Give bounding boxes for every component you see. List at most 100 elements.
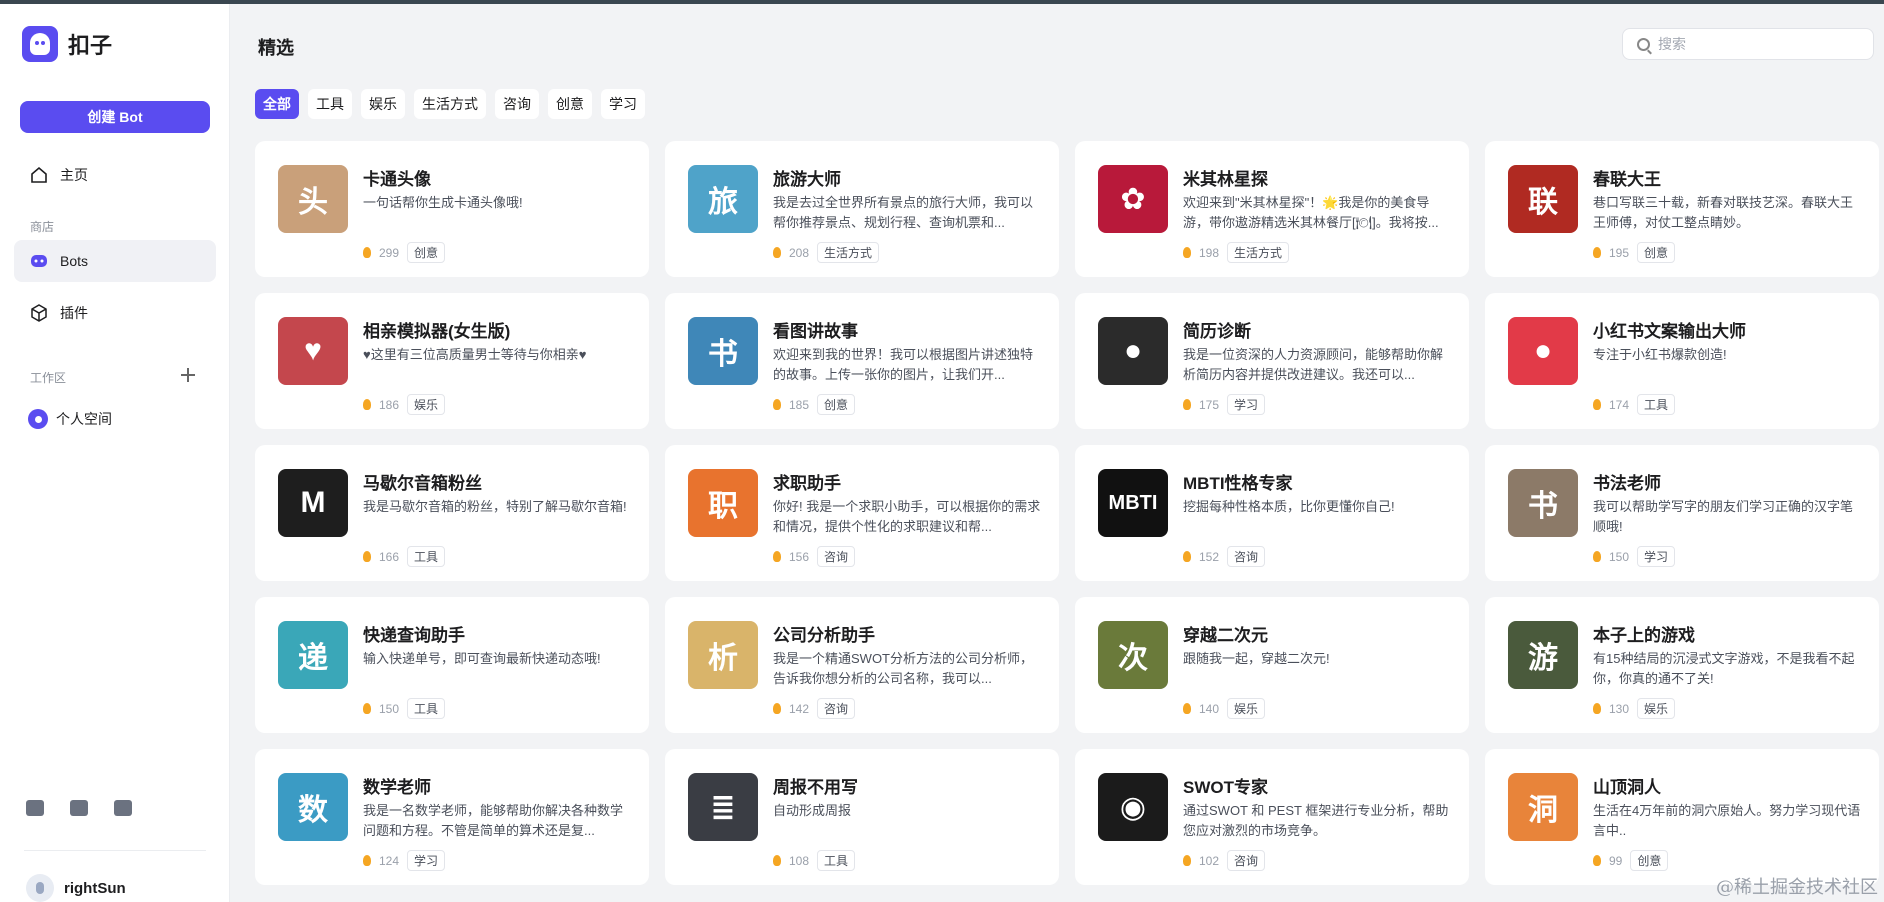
filter-tab[interactable]: 工具 <box>308 89 352 119</box>
usage-count: 124 <box>379 853 400 868</box>
bot-avatar: ◉ <box>1098 773 1168 841</box>
filter-tab[interactable]: 生活方式 <box>414 89 486 119</box>
bot-meta: 186 娱乐 <box>363 394 446 415</box>
bot-description: 通过SWOT 和 PEST 框架进行专业分析，帮助您应对激烈的市场竞争。 <box>1183 803 1449 838</box>
usage-count: 150 <box>379 701 400 716</box>
flame-icon <box>363 703 371 714</box>
bot-card[interactable]: MBTI MBTI性格专家 挖掘每种性格本质，比你更懂你自己! 152 咨询 <box>1075 445 1469 581</box>
bot-card[interactable]: ✿ 米其林星探 欢迎来到"米其林星探"！🌟我是你的美食导游，带你遨游精选米其林餐厅[… <box>1075 141 1469 277</box>
bot-card[interactable]: 次穿越二次元 跟随我一起，穿越二次元! 140 娱乐 <box>1075 597 1469 733</box>
sidebar-item-plugins[interactable]: 插件 <box>14 292 216 334</box>
bot-description: 一句话帮你生成卡通头像哦! <box>363 195 523 210</box>
bot-description: 我是一名数学老师，能够帮助你解决各种数学问题和方程。不管是简单的算术还是复... <box>363 803 624 838</box>
bot-avatar: 次 <box>1098 621 1168 689</box>
usage-count: 99 <box>1609 853 1623 868</box>
sidebar-item-bots[interactable]: Bots <box>14 240 216 282</box>
user-icon <box>28 409 48 429</box>
bot-card[interactable]: 洞山顶洞人 生活在4万年前的洞穴原始人。努力学习现代语言中.. 99 创意 <box>1485 749 1879 885</box>
bot-card[interactable]: 书看图讲故事 欢迎来到我的世界！我可以根据图片讲述独特的故事。上传一张你的图片，让… <box>665 293 1059 429</box>
bot-card[interactable]: ● 小红书文案输出大师 专注于小红书爆款创造! 174 工具 <box>1485 293 1879 429</box>
bot-card[interactable]: 游本子上的游戏 有15种结局的沉浸式文字游戏，不是我看不起你，你真的通不了关! 13… <box>1485 597 1879 733</box>
bot-title: 米其林星探 <box>1183 170 1268 189</box>
bot-card[interactable]: ♥ 相亲模拟器(女生版) ♥这里有三位高质量男士等待与你相亲♥ 186 娱乐 <box>255 293 649 429</box>
bot-description: 自动形成周报 <box>773 803 852 818</box>
mail-icon[interactable] <box>70 800 88 816</box>
bot-avatar: MBTI <box>1098 469 1168 537</box>
filter-tab[interactable]: 创意 <box>548 89 592 119</box>
sidebar-item-label: 插件 <box>60 305 88 321</box>
sidebar-item-label: 个人空间 <box>56 411 112 427</box>
bot-title: 公司分析助手 <box>773 626 875 645</box>
filter-tab[interactable]: 娱乐 <box>361 89 405 119</box>
bottom-toolbar <box>26 800 132 816</box>
bot-avatar: ♥ <box>278 317 348 385</box>
cube-icon <box>31 304 47 322</box>
category-tag: 学习 <box>1637 546 1676 567</box>
bot-card[interactable]: ≣ 周报不用写 自动形成周报 108 工具 <box>665 749 1059 885</box>
bot-title: 马歇尔音箱粉丝 <box>363 474 482 493</box>
flame-icon <box>363 399 371 410</box>
category-tag: 工具 <box>817 850 856 871</box>
bot-description: 生活在4万年前的洞穴原始人。努力学习现代语言中.. <box>1593 803 1861 838</box>
flame-icon <box>1183 247 1191 258</box>
category-tag: 工具 <box>407 698 446 719</box>
search-icon <box>1637 37 1650 51</box>
bot-card[interactable]: 书书法老师 我可以帮助学写字的朋友们学习正确的汉字笔顺哦! 150 学习 <box>1485 445 1879 581</box>
category-tag: 咨询 <box>817 698 856 719</box>
bot-title: SWOT专家 <box>1183 778 1268 797</box>
bot-avatar: 递 <box>278 621 348 689</box>
add-workspace-icon[interactable] <box>181 368 195 382</box>
flame-icon <box>1183 703 1191 714</box>
sidebar-item-label: Bots <box>60 253 89 269</box>
bot-avatar: 书 <box>1508 469 1578 537</box>
bot-meta: 198 生活方式 <box>1183 242 1290 263</box>
category-tag: 创意 <box>1630 850 1669 871</box>
bot-description: 你好! 我是一个求职小助手，可以根据你的需求和情况，提供个性化的求职建议和帮..… <box>773 499 1041 534</box>
category-tag: 创意 <box>817 394 856 415</box>
category-tag: 生活方式 <box>817 242 880 263</box>
create-bot-button[interactable]: 创建 Bot <box>20 101 210 133</box>
bot-meta: 150 学习 <box>1593 546 1676 567</box>
bot-avatar: 职 <box>688 469 758 537</box>
search-box[interactable]: 搜索 <box>1622 28 1874 60</box>
usage-count: 185 <box>789 397 810 412</box>
flame-icon <box>1593 247 1601 258</box>
flame-icon <box>363 551 371 562</box>
bot-title: 穿越二次元 <box>1183 626 1268 645</box>
bot-card[interactable]: M 马歇尔音箱粉丝 我是马歇尔音箱的粉丝，特别了解马歇尔音箱! 166 工具 <box>255 445 649 581</box>
filter-tab[interactable]: 咨询 <box>495 89 539 119</box>
sidebar-item-personal-space[interactable]: 个人空间 <box>28 409 112 429</box>
sidebar-item-home[interactable]: 主页 <box>14 154 216 196</box>
bot-description: 欢迎来到我的世界！我可以根据图片讲述独特的故事。上传一张你的图片，让我们开... <box>773 347 1034 382</box>
flame-icon <box>773 399 781 410</box>
category-tag: 学习 <box>1227 394 1266 415</box>
usage-count: 140 <box>1199 701 1220 716</box>
filter-tab[interactable]: 全部 <box>255 89 299 119</box>
bot-card[interactable]: 析公司分析助手 我是一个精通SWOT分析方法的公司分析师，告诉我你想分析的公司名称… <box>665 597 1059 733</box>
filter-tab[interactable]: 学习 <box>601 89 645 119</box>
usage-count: 208 <box>789 245 810 260</box>
bot-avatar: ≣ <box>688 773 758 841</box>
bot-avatar: 游 <box>1508 621 1578 689</box>
bot-card[interactable]: 联春联大王 巷口写联三十载，新春对联技艺深。春联大王王师傅，对仗工整点睛妙。 195… <box>1485 141 1879 277</box>
bot-title: 春联大王 <box>1593 170 1661 189</box>
wechat-icon[interactable] <box>114 800 132 816</box>
bot-card[interactable]: ◉ SWOT专家通过SWOT 和 PEST 框架进行专业分析，帮助您应对激烈的市场… <box>1075 749 1469 885</box>
user-profile[interactable]: rightSun <box>26 874 126 902</box>
avatar <box>26 874 54 902</box>
bot-description: 我是一位资深的人力资源顾问，能够帮助你解析简历内容并提供改进建议。我还可以... <box>1183 347 1444 382</box>
bot-meta: 108 工具 <box>773 850 856 871</box>
bot-card[interactable]: 头卡通头像 一句话帮你生成卡通头像哦! 299 创意 <box>255 141 649 277</box>
bot-card[interactable]: 职求职助手 你好! 我是一个求职小助手，可以根据你的需求和情况，提供个性化的求职建… <box>665 445 1059 581</box>
bot-card[interactable]: 递快递查询助手 输入快递单号，即可查询最新快递动态哦! 150 工具 <box>255 597 649 733</box>
bot-card[interactable]: 旅旅游大师 我是去过全世界所有景点的旅行大师，我可以帮你推荐景点、规划行程、查询机… <box>665 141 1059 277</box>
document-icon[interactable] <box>26 800 44 816</box>
flame-icon <box>1183 551 1191 562</box>
app-logo[interactable]: 扣子 <box>22 26 112 62</box>
search-input[interactable]: 搜索 <box>1658 34 1686 54</box>
bot-card[interactable]: ● 简历诊断 我是一位资深的人力资源顾问，能够帮助你解析简历内容并提供改进建议。我还… <box>1075 293 1469 429</box>
bot-meta: 130 娱乐 <box>1593 698 1676 719</box>
usage-count: 186 <box>379 397 400 412</box>
bot-card[interactable]: 数数学老师 我是一名数学老师，能够帮助你解决各种数学问题和方程。不管是简单的算术还… <box>255 749 649 885</box>
flame-icon <box>1183 399 1191 410</box>
